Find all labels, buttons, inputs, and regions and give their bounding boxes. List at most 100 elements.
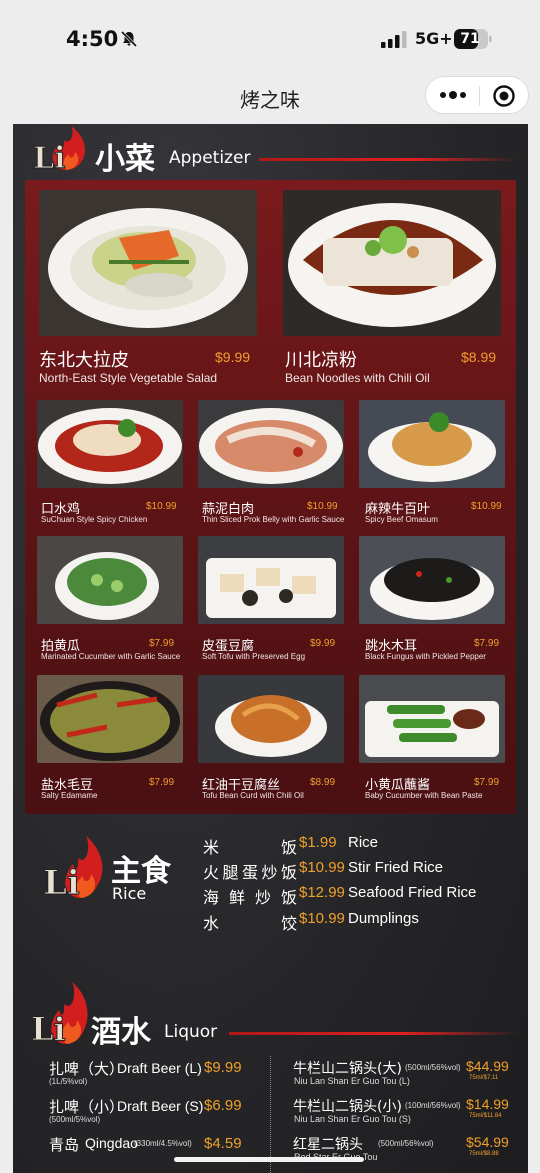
dish-name-en: Tofu Bean Curd with Chili Oil xyxy=(202,791,304,800)
rice-name-cn: 水饺 xyxy=(203,914,297,933)
svg-text:Li: Li xyxy=(43,863,80,900)
menu-image: Li 小菜 Appetizer 东北大拉皮 $9.99 North-East S… xyxy=(13,124,528,1173)
dish-name-en: Spicy Beef Omasum xyxy=(365,515,438,524)
rice-name-cn: 海鲜炒饭 xyxy=(203,888,297,907)
drink-name-cn: 红星二锅头 xyxy=(293,1137,363,1153)
dish-price: $10.99 xyxy=(307,501,338,512)
rice-name-en: Seafood Fried Rice xyxy=(348,884,477,901)
dish-photo xyxy=(359,536,505,624)
dish-name-en: Baby Cucumber with Bean Paste xyxy=(365,791,483,800)
home-indicator[interactable] xyxy=(174,1157,364,1162)
dish-name-en: North-East Style Vegetable Salad xyxy=(39,371,218,385)
dish-photo xyxy=(198,400,344,488)
rice-name-cn: 米饭 xyxy=(203,838,297,857)
close-target-icon[interactable] xyxy=(492,84,516,108)
dish-photo xyxy=(37,400,183,488)
rice-name-en: Rice xyxy=(348,834,379,851)
dish-photo xyxy=(37,675,183,763)
rice-name-en: Stir Fried Rice xyxy=(348,859,444,876)
drink-price: $14.99 xyxy=(466,1096,509,1112)
drink-name-cn: 牛栏山二锅头(大) xyxy=(293,1061,402,1077)
dish-price: $8.99 xyxy=(461,349,497,365)
rice-price: $1.99 xyxy=(299,834,337,851)
drink-volume: (500ml/56%vol) xyxy=(378,1139,434,1148)
status-bar: 4:50 5G+ 71 xyxy=(0,0,540,80)
dish-price: $7.99 xyxy=(149,638,175,649)
dish-name-en: Black Fungus with Pickled Pepper xyxy=(365,652,486,661)
dish-photo xyxy=(39,190,257,336)
battery-level: 71 xyxy=(460,31,480,47)
drink-small-price: 75ml/$7.11 xyxy=(469,1075,499,1081)
li-logo: Li xyxy=(43,836,103,900)
drink-name-en: Niu Lan Shan Er Guo Tou (S) xyxy=(294,1114,411,1124)
more-icon[interactable] xyxy=(438,85,468,105)
cell-signal-icon xyxy=(381,31,407,48)
rice-price: $10.99 xyxy=(299,910,345,927)
dish-photo xyxy=(283,190,501,336)
drink-price: $44.99 xyxy=(466,1058,509,1074)
status-time: 4:50 xyxy=(66,27,119,51)
rice-name-en: Dumplings xyxy=(348,910,419,927)
bell-muted-icon xyxy=(120,30,138,48)
drink-volume: (100ml/56%vol) xyxy=(405,1101,461,1110)
capsule-divider xyxy=(479,86,480,106)
dish-photo xyxy=(198,675,344,763)
drink-volume: (1L/5%vol) xyxy=(49,1077,88,1086)
svg-text:Li: Li xyxy=(31,1010,66,1046)
dish-price: $7.99 xyxy=(474,638,500,649)
section-divider xyxy=(229,1032,519,1035)
liquor-title-cn: 酒水 xyxy=(91,1015,151,1050)
dish-photo xyxy=(359,675,505,763)
dish-price: $7.99 xyxy=(474,777,500,788)
dish-name-en: Thin Sliced Prok Belly with Garlic Sauce xyxy=(202,515,345,524)
drink-small-price: 75ml/$8.88 xyxy=(469,1151,499,1157)
drink-small-price: 75ml/$11.84 xyxy=(469,1113,502,1119)
dish-price: $10.99 xyxy=(146,501,177,512)
dish-photo xyxy=(37,536,183,624)
drink-volume: (500ml/56%vol) xyxy=(405,1063,461,1072)
network-type: 5G+ xyxy=(415,29,453,48)
liquor-title-en: Liquor xyxy=(164,1022,218,1042)
drink-name-cn: 青岛 xyxy=(49,1136,80,1154)
drink-price: $54.99 xyxy=(466,1134,509,1150)
column-divider xyxy=(270,1056,272,1173)
drink-name-cn: 扎啤（大） xyxy=(49,1060,125,1078)
dish-name-cn: 东北大拉皮 xyxy=(39,350,129,371)
drink-name-en: Niu Lan Shan Er Guo Tou (L) xyxy=(294,1076,410,1086)
dish-price: $7.99 xyxy=(149,777,175,788)
drink-price: $4.59 xyxy=(204,1135,242,1152)
drink-name-en: Qingdao xyxy=(85,1135,138,1151)
svg-text:Li: Li xyxy=(33,141,66,172)
drink-name-en: Draft Beer (L) xyxy=(117,1060,202,1076)
dish-name-en: Salty Edamame xyxy=(41,791,98,800)
section-divider xyxy=(259,158,519,161)
appetizer-title-cn: 小菜 xyxy=(95,142,155,177)
dish-price: $9.99 xyxy=(310,638,336,649)
nav-bar: 烤之味 xyxy=(0,72,540,122)
capsule-menu xyxy=(425,76,529,114)
appetizer-title-en: Appetizer xyxy=(169,148,251,168)
dish-price: $8.99 xyxy=(310,777,336,788)
drink-volume: (500ml/5%vol) xyxy=(49,1115,101,1124)
rice-price: $12.99 xyxy=(299,884,345,901)
drink-name-cn: 扎啤（小） xyxy=(49,1098,125,1116)
rice-name-cn: 火腿蛋炒饭 xyxy=(203,863,297,882)
li-logo: Li xyxy=(31,982,88,1046)
drink-name-en: Draft Beer (S) xyxy=(117,1098,204,1114)
rice-title-en: Rice xyxy=(112,884,147,903)
dish-name-cn: 川北凉粉 xyxy=(285,350,357,371)
drink-name-cn: 牛栏山二锅头(小) xyxy=(293,1099,402,1115)
dish-price: $9.99 xyxy=(215,349,251,365)
dish-photo xyxy=(198,536,344,624)
dish-name-en: Marinated Cucumber with Garlic Sauce xyxy=(41,652,181,661)
drink-price: $9.99 xyxy=(204,1059,242,1076)
li-logo: Li xyxy=(33,126,86,172)
dish-price: $10.99 xyxy=(471,501,502,512)
dish-photo xyxy=(359,400,505,488)
drink-price: $6.99 xyxy=(204,1097,242,1114)
dish-name-en: SuChuan Style Spicy Chicken xyxy=(41,515,148,524)
rice-price: $10.99 xyxy=(299,859,345,876)
drink-volume: (330ml/4.5%vol) xyxy=(134,1139,192,1148)
dish-name-en: Bean Noodles with Chili Oil xyxy=(285,371,430,385)
dish-name-en: Soft Tofu with Preserved Egg xyxy=(202,652,306,661)
